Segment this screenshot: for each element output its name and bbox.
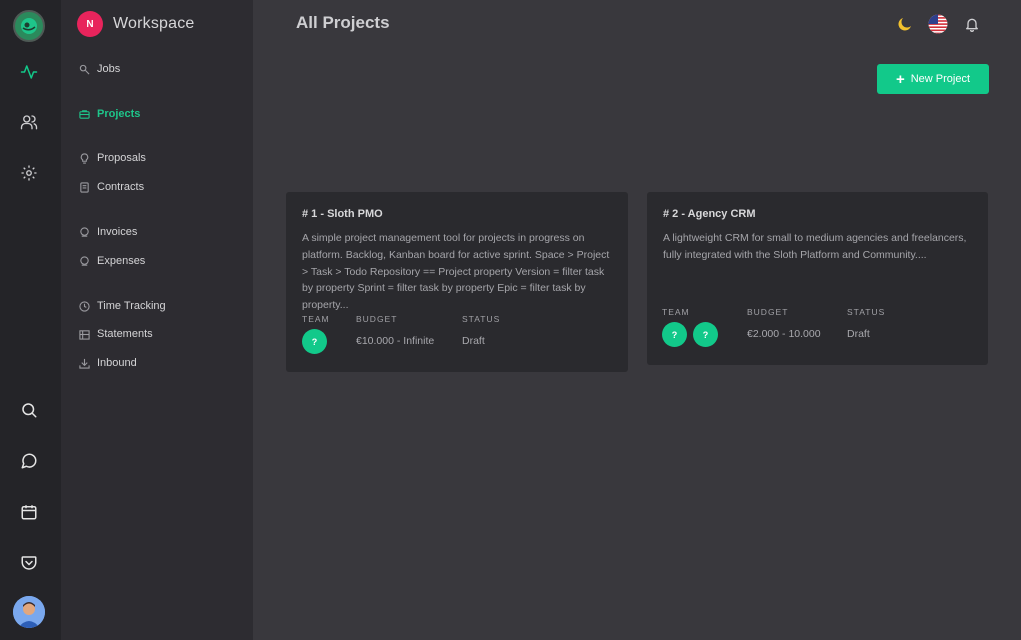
- team-column: TEAM ?: [302, 314, 333, 354]
- sidebar-item-label: Jobs: [97, 63, 121, 75]
- project-card[interactable]: # 2 - Agency CRM A lightweight CRM for s…: [647, 192, 988, 365]
- us-flag-icon[interactable]: [928, 14, 948, 34]
- sidebar-item-inbound[interactable]: Inbound: [78, 355, 137, 371]
- sidebar-item-label: Contracts: [97, 181, 145, 193]
- sidebar-item-jobs[interactable]: Jobs: [78, 61, 120, 77]
- sidebar-item-label: Invoices: [97, 226, 138, 238]
- sidebar-item-invoices[interactable]: Invoices: [78, 224, 137, 240]
- workspace-title: Workspace: [113, 15, 195, 32]
- project-description: A lightweight CRM for small to medium ag…: [663, 232, 967, 261]
- plus-icon: +: [895, 70, 905, 88]
- sidebar-item-label: Time Tracking: [97, 300, 166, 312]
- sidebar-item-label: Inbound: [97, 357, 137, 369]
- new-project-label: New Project: [910, 73, 971, 85]
- sidebar: N Workspace Jobs Projects Proposals Cont…: [61, 0, 253, 640]
- status-label: STATUS: [462, 314, 501, 324]
- user-avatar[interactable]: [13, 596, 45, 628]
- download-icon: [78, 357, 90, 369]
- status-value: Draft: [462, 335, 485, 347]
- team-label: TEAM: [302, 314, 330, 324]
- budget-value: €2.000 - 10.000: [747, 328, 821, 340]
- team-member-avatar[interactable]: ?: [302, 329, 327, 354]
- bell-icon[interactable]: [962, 14, 982, 34]
- activity-icon[interactable]: [17, 60, 41, 84]
- lightbulb-icon: [78, 152, 90, 164]
- budget-label: BUDGET: [747, 307, 789, 317]
- status-column: STATUS Draft: [462, 314, 500, 347]
- status-column: STATUS Draft: [847, 307, 885, 340]
- document-icon: [78, 181, 90, 193]
- workspace-header[interactable]: N Workspace: [77, 11, 195, 37]
- moon-icon[interactable]: [895, 14, 915, 34]
- page-title: All Projects: [296, 13, 390, 32]
- project-title[interactable]: # 2 - Agency CRM: [663, 208, 972, 220]
- team-label: TEAM: [662, 307, 690, 317]
- calendar-icon[interactable]: [17, 500, 41, 524]
- team-member-avatar[interactable]: ?: [662, 322, 687, 347]
- sidebar-item-contracts[interactable]: Contracts: [78, 179, 144, 195]
- budget-column: BUDGET €10.000 - Infinite: [356, 314, 434, 347]
- budget-label: BUDGET: [356, 314, 398, 324]
- icon-rail: [0, 0, 61, 640]
- sidebar-item-statements[interactable]: Statements: [78, 326, 153, 342]
- status-value: Draft: [847, 328, 870, 340]
- budget-column: BUDGET €2.000 - 10.000: [747, 307, 821, 340]
- sidebar-item-proposals[interactable]: Proposals: [78, 150, 146, 166]
- project-title[interactable]: # 1 - Sloth PMO: [302, 208, 612, 220]
- app-logo-icon[interactable]: [13, 10, 45, 42]
- gear-icon[interactable]: [17, 161, 41, 185]
- sidebar-item-label: Expenses: [97, 255, 146, 267]
- search-key-icon: [78, 63, 90, 75]
- project-card[interactable]: # 1 - Sloth PMO A simple project managem…: [286, 192, 628, 372]
- sidebar-item-projects[interactable]: Projects: [78, 106, 140, 122]
- sidebar-item-expenses[interactable]: Expenses: [78, 253, 145, 269]
- users-icon[interactable]: [17, 110, 41, 134]
- team-member-avatar[interactable]: ?: [693, 322, 718, 347]
- building-icon: [78, 328, 90, 340]
- new-project-button[interactable]: + New Project: [877, 64, 989, 94]
- coin-icon: [78, 226, 90, 238]
- workspace-avatar[interactable]: N: [77, 11, 103, 37]
- sidebar-item-time-tracking[interactable]: Time Tracking: [78, 298, 166, 314]
- sidebar-item-label: Proposals: [97, 152, 146, 164]
- chat-icon[interactable]: [17, 449, 41, 473]
- team-column: TEAM ? ?: [662, 307, 724, 347]
- clock-icon: [78, 300, 90, 312]
- briefcase-icon: [78, 108, 90, 120]
- search-icon[interactable]: [17, 398, 41, 422]
- sidebar-item-label: Projects: [97, 108, 141, 120]
- project-description: A simple project management tool for pro…: [302, 232, 610, 312]
- pocket-icon[interactable]: [17, 551, 41, 575]
- status-label: STATUS: [847, 307, 886, 317]
- budget-value: €10.000 - Infinite: [356, 335, 435, 347]
- sidebar-item-label: Statements: [97, 328, 153, 340]
- coin-icon: [78, 255, 90, 267]
